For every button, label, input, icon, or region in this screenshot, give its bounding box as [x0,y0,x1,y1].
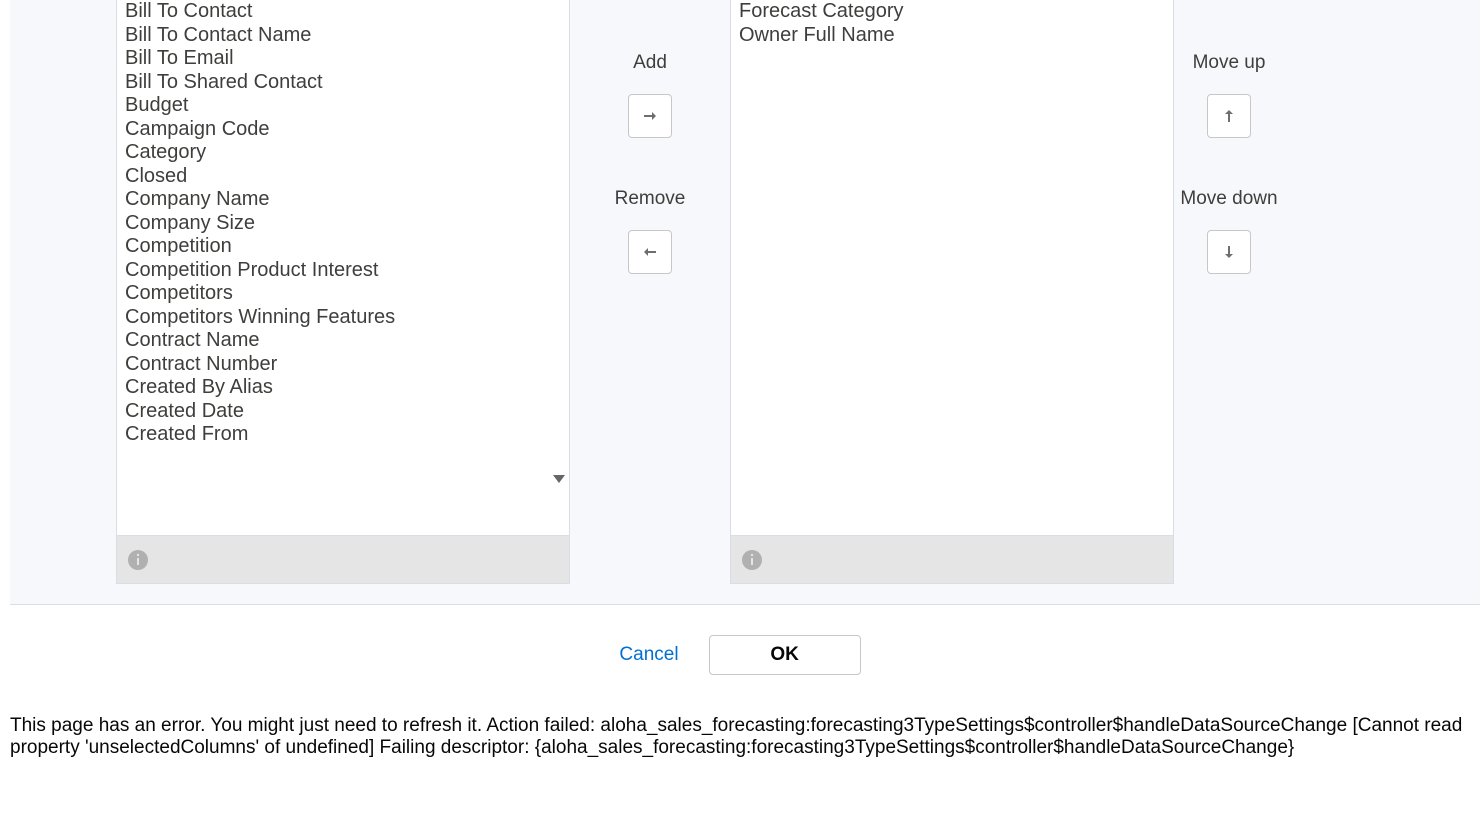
list-item[interactable]: Campaign Code [125,118,561,142]
list-item[interactable]: Bill To Contact [125,0,561,24]
list-item[interactable]: Contract Number [125,353,561,377]
list-item[interactable]: Competitors [125,282,561,306]
ok-button[interactable]: OK [709,635,861,675]
move-up-label: Move up [1193,52,1266,74]
list-item[interactable]: Competition Product Interest [125,259,561,283]
arrow-right-icon [643,109,657,123]
transfer-controls: Add Remove [570,0,730,584]
list-item[interactable]: Budget [125,94,561,118]
config-panel: Bill To ContactBill To Contact NameBill … [10,0,1480,605]
order-controls: Move up Move down [1174,0,1284,584]
chevron-down-icon[interactable] [553,475,565,483]
available-list-wrapper: Bill To ContactBill To Contact NameBill … [117,0,569,535]
list-item[interactable]: Category [125,141,561,165]
arrow-up-icon [1222,109,1236,123]
list-item[interactable]: Bill To Email [125,47,561,71]
add-label: Add [633,52,667,74]
list-item[interactable]: Created From [125,423,561,447]
available-fields-list[interactable]: Bill To ContactBill To Contact NameBill … [117,0,569,450]
move-up-button[interactable] [1207,94,1251,138]
remove-label: Remove [615,188,686,210]
add-button[interactable] [628,94,672,138]
arrow-left-icon [643,245,657,259]
list-item[interactable]: Contract Name [125,329,561,353]
dual-list-picker: Bill To ContactBill To Contact NameBill … [10,0,1480,604]
list-item[interactable]: Bill To Contact Name [125,24,561,48]
list-item[interactable]: Company Name [125,188,561,212]
info-icon[interactable] [127,549,149,571]
move-down-label: Move down [1180,188,1277,210]
info-icon[interactable] [741,549,763,571]
list-item[interactable]: Forecast Category [739,0,1165,24]
dialog-footer: Cancel OK [0,605,1480,685]
arrow-down-icon [1222,245,1236,259]
available-fields-panel: Bill To ContactBill To Contact NameBill … [116,0,570,584]
selected-fields-panel: Forecast CategoryOwner Full Name [730,0,1174,584]
list-item[interactable]: Competitors Winning Features [125,306,561,330]
page-error-message: This page has an error. You might just n… [0,685,1480,769]
available-info-footer [117,535,569,583]
selected-fields-list[interactable]: Forecast CategoryOwner Full Name [731,0,1173,450]
list-item[interactable]: Owner Full Name [739,24,1165,48]
list-item[interactable]: Company Size [125,212,561,236]
list-item[interactable]: Competition [125,235,561,259]
move-down-button[interactable] [1207,230,1251,274]
selected-info-footer [731,535,1173,583]
cancel-button[interactable]: Cancel [619,644,678,666]
selected-list-wrapper: Forecast CategoryOwner Full Name [731,0,1173,535]
list-item[interactable]: Created By Alias [125,376,561,400]
remove-button[interactable] [628,230,672,274]
list-item[interactable]: Bill To Shared Contact [125,71,561,95]
list-item[interactable]: Created Date [125,400,561,424]
list-item[interactable]: Closed [125,165,561,189]
